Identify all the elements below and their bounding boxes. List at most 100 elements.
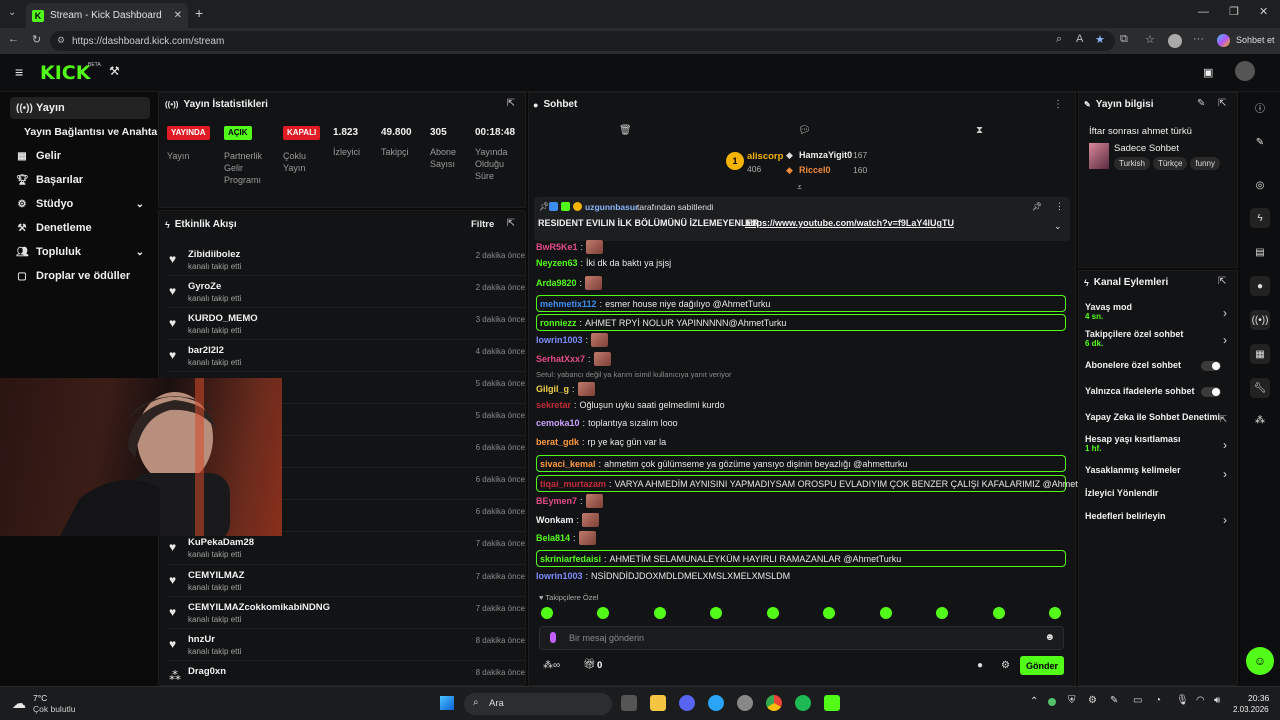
feed-username[interactable]: hnzUr <box>188 634 215 645</box>
obs-icon[interactable] <box>737 695 753 711</box>
favorites-icon[interactable]: ☆ <box>1145 33 1155 46</box>
category-name[interactable]: Sadece Sohbet <box>1114 143 1179 154</box>
emote-shortcut-icon[interactable] <box>654 607 666 619</box>
edit-icon[interactable]: ✎ <box>1250 132 1270 152</box>
sidebar-item-stream-key[interactable]: Yayın Bağlantısı ve Anahtarı <box>18 121 164 143</box>
back-icon[interactable]: ← <box>8 33 19 45</box>
chat-username[interactable]: SerhatXxx7 <box>536 354 585 364</box>
feed-username[interactable]: GyroZe <box>188 281 221 292</box>
emote-shortcut-icon[interactable] <box>993 607 1005 619</box>
chrome-icon[interactable] <box>766 695 782 711</box>
info-icon[interactable]: ⓘ <box>1250 97 1270 117</box>
feed-username[interactable]: Drag0xn <box>188 666 226 677</box>
chat-username[interactable]: lowrin1003 <box>536 571 583 581</box>
feed-username[interactable]: KuPekaDam28 <box>188 537 254 548</box>
extensions-icon[interactable]: ⧉ <box>1120 33 1128 46</box>
url-field[interactable]: ⚙ https://dashboard.kick.com/stream <box>50 31 1115 51</box>
file-explorer-icon[interactable] <box>650 695 666 711</box>
channel-action-row[interactable]: Yavaş mod 4 sn. › <box>1085 302 1233 321</box>
browser-tab-active[interactable]: K Stream - Kick Dashboard ✕ <box>26 3 188 28</box>
sidebar-item-yayin[interactable]: ((•)) Yayın <box>10 97 150 119</box>
more-menu-icon[interactable]: ··· <box>1193 33 1204 45</box>
clock-date[interactable]: 2.03.2026 <box>1233 705 1269 714</box>
feed-username[interactable]: KURDO_MEMO <box>188 313 258 324</box>
reload-icon[interactable]: ↻ <box>32 33 41 46</box>
chat-menu-icon[interactable]: ⋮ <box>1053 99 1063 110</box>
channel-action-row[interactable]: Hesap yaşı kısıtlaması 1 hf. › <box>1085 434 1233 453</box>
feed-username[interactable]: CEMYILMAZcokkomikabiNDNG <box>188 602 330 613</box>
chat-username[interactable]: skriniarfedaisi <box>540 554 601 564</box>
task-view-icon[interactable] <box>621 695 637 711</box>
emote-shortcut-icon[interactable] <box>597 607 609 619</box>
emote-shortcut-icon[interactable] <box>710 607 722 619</box>
weather-desc[interactable]: Çok bulutlu <box>33 704 76 714</box>
sidebar-item-droplar[interactable]: ▢ Droplar ve ödüller <box>10 265 150 287</box>
trash-icon[interactable]: 🗑︎ <box>619 125 632 136</box>
hourglass-icon[interactable]: ⧗ <box>976 125 983 136</box>
favorite-star-icon[interactable]: ★ <box>1095 33 1105 46</box>
community-icon[interactable]: ⁂ <box>1250 410 1270 430</box>
read-aloud-icon[interactable]: A <box>1076 33 1083 45</box>
wrench-icon[interactable]: 🔧︎ <box>1250 378 1270 398</box>
chat-username[interactable]: berat_gdk <box>536 437 579 447</box>
notes-icon[interactable]: ▤ <box>1250 242 1270 262</box>
tray-battery-icon[interactable]: ▭ <box>1133 695 1142 706</box>
channel-action-row[interactable]: Yasaklanmış kelimeler › <box>1085 465 1233 481</box>
emote-shortcut-icon[interactable] <box>1049 607 1061 619</box>
wifi-icon[interactable]: ◠ <box>1196 695 1205 706</box>
site-info-icon[interactable]: ⚙ <box>57 35 65 46</box>
zoom-icon[interactable]: ⌕ <box>1056 33 1062 46</box>
hammer-icon[interactable]: ⚒ <box>109 64 120 78</box>
lightning-icon[interactable]: ϟ <box>1250 208 1270 228</box>
profile-avatar[interactable] <box>1168 34 1182 48</box>
popout-icon[interactable]: ⇱ <box>507 218 515 229</box>
chat-username[interactable]: mehmetix112 <box>540 299 597 309</box>
points-icon[interactable]: ⁂∞ <box>543 660 560 671</box>
tag[interactable]: Turkish <box>1114 157 1150 170</box>
tag[interactable]: funny <box>1190 157 1220 170</box>
tag[interactable]: Türkçe <box>1152 157 1188 170</box>
chat-username[interactable]: Arda9820 <box>536 278 577 288</box>
unpin-icon[interactable]: 📌︎ <box>1032 202 1042 211</box>
taskbar-search[interactable]: ⌕ Ara <box>464 693 612 715</box>
leader-name[interactable]: Riccel0 <box>799 165 831 175</box>
leader-name[interactable]: aliscorp <box>747 151 783 162</box>
emote-shortcut-icon[interactable] <box>823 607 835 619</box>
weather-temp[interactable]: 7°C <box>33 693 47 703</box>
chat-icon[interactable]: ● <box>1250 276 1270 296</box>
close-tab-icon[interactable]: ✕ <box>174 10 182 21</box>
broadcast-icon[interactable]: ((•)) <box>1250 310 1270 330</box>
feed-username[interactable]: Zibidiibolez <box>188 249 240 260</box>
pinned-menu-icon[interactable]: ⋮ <box>1055 201 1064 212</box>
chat-bubble-icon[interactable]: ● <box>977 660 983 671</box>
sidebar-item-topluluk[interactable]: 👥︎ Topluluk ⌄ <box>10 241 150 263</box>
edge-icon[interactable] <box>708 695 724 711</box>
popout-icon[interactable]: ⇱ <box>1218 276 1226 287</box>
microphone-icon[interactable]: 🎙︎ <box>1176 695 1189 706</box>
pinned-by-user[interactable]: uzgunnbasur <box>585 202 638 212</box>
emote-shortcut-icon[interactable] <box>936 607 948 619</box>
chat-username[interactable]: BEymen7 <box>536 496 577 506</box>
popout-icon[interactable]: ⇱ <box>507 98 515 109</box>
chat-username[interactable]: sekretar <box>536 400 571 410</box>
channel-action-row[interactable]: Abonelere özel sohbet <box>1085 360 1233 371</box>
chat-username[interactable]: lowrin1003 <box>536 335 583 345</box>
close-window-icon[interactable]: ✕ <box>1259 5 1268 18</box>
filter-button[interactable]: Filtre <box>471 219 494 230</box>
chat-username[interactable]: Wonkam <box>536 515 573 525</box>
volume-icon[interactable]: 🔊︎ <box>1214 695 1220 706</box>
feed-username[interactable]: bar2l2l2 <box>188 345 224 356</box>
chat-username[interactable]: tiqai_murtazam <box>540 479 606 489</box>
edit-icon[interactable]: ✎ <box>1197 98 1205 109</box>
tray-overflow-icon[interactable]: ⌃ <box>1030 696 1038 707</box>
chat-button[interactable]: Sohbet et <box>1236 35 1275 45</box>
settings-gear-icon[interactable]: ⚙ <box>1001 660 1010 671</box>
new-tab-icon[interactable]: + <box>195 5 203 21</box>
tab-list-icon[interactable]: ⌄ <box>8 7 16 18</box>
channel-action-row[interactable]: Hedefleri belirleyin › <box>1085 511 1233 527</box>
spotify-icon[interactable] <box>795 695 811 711</box>
tray-pen-icon[interactable]: ✎ <box>1110 695 1118 706</box>
chat-username[interactable]: ronniezz <box>540 318 577 328</box>
leader-name[interactable]: HamzaYigit0 <box>799 150 852 160</box>
toggle-switch[interactable] <box>1201 387 1221 397</box>
